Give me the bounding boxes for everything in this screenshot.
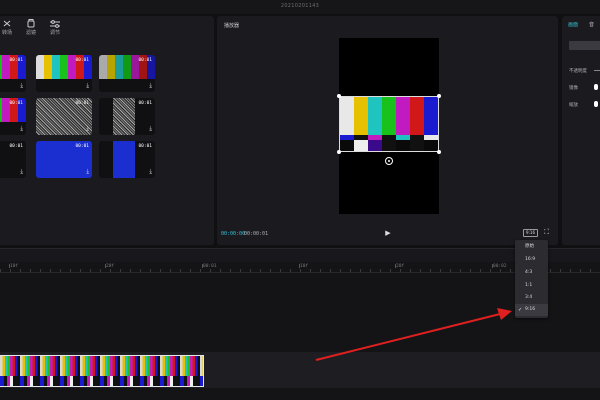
media-duration: 00:01 bbox=[75, 58, 89, 63]
ratio-option-9-16[interactable]: ✓ 9:16 bbox=[515, 304, 548, 316]
media-duration: 00:01 bbox=[9, 144, 23, 149]
download-icon[interactable]: ⤓ bbox=[86, 82, 89, 90]
download-icon[interactable]: ⤓ bbox=[86, 125, 89, 133]
media-duration: 00:01 bbox=[75, 101, 89, 106]
check-icon: ✓ bbox=[518, 307, 523, 313]
scale-label: 缩放 bbox=[569, 103, 578, 108]
ruler-tick: 20f bbox=[104, 264, 115, 269]
download-icon[interactable]: ⤓ bbox=[20, 125, 23, 133]
play-button[interactable]: ▶ bbox=[383, 228, 393, 238]
media-duration: 00:01 bbox=[9, 58, 23, 63]
media-item[interactable]: 00:01 ⤓ bbox=[36, 98, 92, 135]
tab-picture[interactable]: 画面 bbox=[568, 21, 578, 28]
tab-transition[interactable]: 转场 bbox=[0, 18, 18, 38]
opacity-label: 不透明度 bbox=[569, 69, 587, 74]
resize-handle[interactable] bbox=[437, 94, 441, 98]
player-title: 播放器 bbox=[224, 23, 240, 29]
clip-filmstrip-lower bbox=[0, 376, 203, 386]
download-icon[interactable]: ⤓ bbox=[149, 168, 152, 176]
media-item[interactable]: 00:01 ⤓ bbox=[99, 98, 155, 135]
timeline-ruler[interactable]: 10f 20f 00:01 10f 20f 00:02 bbox=[0, 263, 600, 273]
mirror-toggle[interactable] bbox=[594, 84, 598, 90]
blue-frame bbox=[113, 141, 135, 178]
current-timecode: 00:00:00 bbox=[221, 231, 246, 237]
preview-canvas[interactable] bbox=[337, 38, 441, 214]
download-icon[interactable]: ⤓ bbox=[149, 125, 152, 133]
media-item[interactable]: 00:01 ⤓ bbox=[0, 141, 26, 178]
media-duration: 00:01 bbox=[138, 101, 152, 106]
ratio-option-label: 9:16 bbox=[525, 307, 536, 312]
download-icon[interactable]: ⤓ bbox=[86, 168, 89, 176]
ruler-tick: 10f bbox=[8, 264, 19, 269]
media-item[interactable]: 00:01 ⤓ bbox=[36, 141, 92, 178]
title-bar: 20210201143 bbox=[0, 0, 600, 14]
scale-slider-knob[interactable] bbox=[594, 101, 598, 107]
download-icon[interactable]: ⤓ bbox=[20, 82, 23, 90]
ratio-option-1-1[interactable]: 1:1 bbox=[515, 280, 548, 292]
player-panel: 播放器 00:00:00 00:00:01 ▶ 9:16 ⛶ bbox=[217, 16, 558, 245]
timeline-toolbar bbox=[0, 249, 600, 262]
media-duration: 00:01 bbox=[138, 58, 152, 63]
tab-label: 转场 bbox=[1, 30, 12, 36]
rotate-icon[interactable] bbox=[385, 157, 393, 165]
ruler-tick: 00:02 bbox=[492, 264, 507, 269]
ruler-tick: 00:01 bbox=[202, 264, 217, 269]
tab-adjust[interactable]: 调节 bbox=[44, 18, 66, 38]
media-item[interactable]: 00:01 ⤓ bbox=[99, 55, 155, 92]
mirror-label: 镜像 bbox=[569, 86, 578, 91]
ruler-tick: 10f bbox=[298, 264, 309, 269]
opacity-slider[interactable] bbox=[594, 70, 600, 71]
media-duration: 00:01 bbox=[138, 144, 152, 149]
color-bars-top bbox=[340, 97, 438, 135]
media-duration: 00:01 bbox=[75, 144, 89, 149]
ratio-option-16-9[interactable]: 16:9 bbox=[515, 254, 548, 266]
fullscreen-icon[interactable]: ⛶ bbox=[544, 228, 552, 237]
aspect-ratio-button[interactable]: 9:16 bbox=[523, 229, 538, 237]
media-item[interactable]: 00:01 ⤓ bbox=[0, 55, 26, 92]
media-tabs: 转场 滤镜 调节 bbox=[0, 18, 96, 38]
download-icon[interactable]: ⤓ bbox=[149, 82, 152, 90]
media-item[interactable]: 00:01 ⤓ bbox=[99, 141, 155, 178]
ratio-option-3-4[interactable]: 3:4 bbox=[515, 292, 548, 304]
resize-handle[interactable] bbox=[337, 150, 341, 154]
media-panel: 转场 滤镜 调节 00:01 ⤓ 00:01 ⤓ 00:01 ⤓ 00:01 ⤓… bbox=[0, 16, 214, 245]
noise-frame bbox=[113, 98, 135, 135]
media-item[interactable]: 00:01 ⤓ bbox=[0, 98, 26, 135]
resize-handle[interactable] bbox=[337, 94, 341, 98]
ruler-tick: 20f bbox=[394, 264, 405, 269]
resize-handle[interactable] bbox=[437, 150, 441, 154]
aspect-ratio-dropdown: 原始 16:9 4:3 1:1 3:4 ✓ 9:16 bbox=[515, 240, 548, 318]
timeline-panel: 10f 20f 00:01 10f 20f 00:02 bbox=[0, 248, 600, 400]
inspector-preset-bar[interactable] bbox=[569, 41, 600, 50]
timeline-video-clip[interactable] bbox=[0, 355, 204, 387]
color-bars-bottom bbox=[340, 140, 438, 151]
ratio-option-4-3[interactable]: 4:3 bbox=[515, 267, 548, 279]
total-timecode: 00:00:01 bbox=[244, 231, 269, 237]
media-item[interactable]: 00:01 ⤓ bbox=[36, 55, 92, 92]
download-icon[interactable]: ⤓ bbox=[20, 168, 23, 176]
ruler-minor-ticks bbox=[0, 269, 600, 272]
ratio-option-original[interactable]: 原始 bbox=[515, 241, 548, 253]
window-title: 20210201143 bbox=[280, 3, 320, 9]
preview-clip[interactable] bbox=[337, 94, 441, 154]
tab-audio[interactable]: 音 bbox=[589, 21, 594, 28]
tab-filter[interactable]: 滤镜 bbox=[20, 18, 42, 38]
filter-icon bbox=[27, 19, 35, 28]
media-duration: 00:01 bbox=[9, 101, 23, 106]
tab-label: 调节 bbox=[49, 30, 60, 36]
tab-label: 滤镜 bbox=[25, 30, 36, 36]
transition-icon bbox=[3, 20, 11, 27]
inspector-panel: 画面 音 不透明度 镜像 缩放 bbox=[562, 16, 600, 245]
adjust-icon bbox=[50, 20, 60, 28]
